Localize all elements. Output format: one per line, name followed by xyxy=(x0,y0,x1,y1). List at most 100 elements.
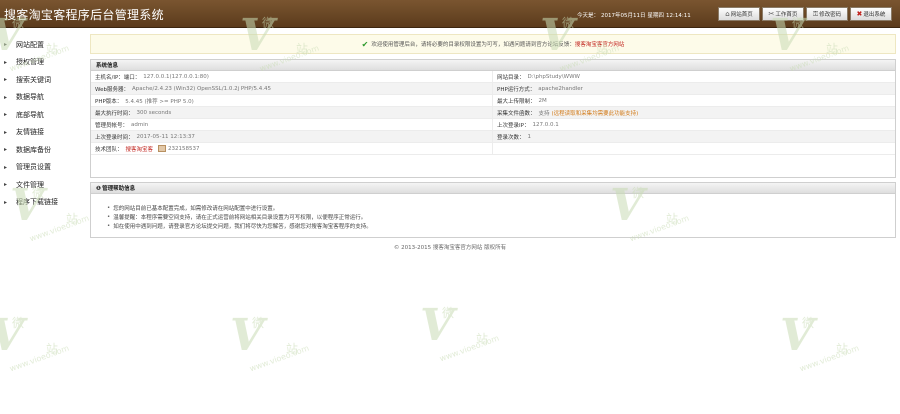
info-value: 127.0.0.1(127.0.0.1:80) xyxy=(143,73,209,80)
info-key: 技术团队： xyxy=(95,146,123,153)
help-title: 管理帮助信息 xyxy=(102,186,136,192)
info-value: 2017-05-11 12:13:37 xyxy=(136,133,195,140)
work-home-label: 工作首页 xyxy=(775,12,798,18)
info-key: Web服务器： xyxy=(95,86,129,93)
site-home-label: 网站首页 xyxy=(730,12,753,18)
sidebar-menu: ▸ 网站配置 ▸ 授权管理 ▸ 搜索关键词 ▸ 数据导航 ▸ 底部导航 ▸ 友情链接 ▸ 数据… xyxy=(0,36,86,211)
info-value: apache2handler xyxy=(538,85,583,92)
date-value: 2017年05月11日 xyxy=(601,13,646,19)
arrow-right-icon: ▸ xyxy=(4,41,8,49)
sidebar-item-auth[interactable]: ▸ 授权管理 xyxy=(0,54,86,72)
info-cell: PHP版本： 5.4.45 (推荐 >= PHP 5.0) xyxy=(91,95,493,107)
info-cell: 技术团队： 搜客淘宝客 232158537 xyxy=(91,143,493,155)
sidebar-item-bottom-nav[interactable]: ▸ 底部导航 xyxy=(0,106,86,124)
site-home-button[interactable]: ⌂ 网站首页 xyxy=(718,7,760,21)
info-value: D:\phpStudy\WWW xyxy=(527,73,580,80)
time-value: 12:14:11 xyxy=(666,13,691,19)
info-value: 1 xyxy=(527,133,532,140)
help-item: 温馨提醒：本程序需要空间支持，请在正式运营前将网站相关目录设置为可写权限，以便程… xyxy=(107,212,895,221)
weekday-value: 星期四 xyxy=(647,13,665,19)
watermark: V微站www.vioeo.com xyxy=(230,310,311,374)
info-cell: 网站目录： D:\phpStudy\WWW xyxy=(493,71,895,83)
arrow-right-icon: ▸ xyxy=(4,128,8,136)
info-key: 网站目录： xyxy=(497,74,525,81)
info-cell: 管理员帐号： admin xyxy=(91,119,493,131)
work-home-button[interactable]: ✂ 工作首页 xyxy=(762,7,804,21)
sidebar-item-data-nav[interactable]: ▸ 数据导航 xyxy=(0,89,86,107)
help-panel: ❶管理帮助信息 您的网站目前已基本配置完成，如需修改请在网站配置中进行设置。 温… xyxy=(90,182,896,238)
change-password-label: 修改密码 xyxy=(819,12,842,18)
help-list: 您的网站目前已基本配置完成，如需修改请在网站配置中进行设置。 温馨提醒：本程序需… xyxy=(91,194,895,230)
key-icon: ⚿ xyxy=(812,9,819,18)
info-cell: 上次登录IP： 127.0.0.1 xyxy=(493,119,895,131)
notice-text: 欢迎使用管理后台，请将必要的目录权限设置为可写，如遇问题请到官方论坛反馈： xyxy=(371,42,575,48)
logout-label: 退出系统 xyxy=(863,12,886,18)
qq-number: 232158537 xyxy=(168,145,200,152)
watermark: V微站www.vioeo.com xyxy=(420,300,501,364)
arrow-right-icon: ▸ xyxy=(4,181,8,189)
help-item: 如在使用中遇到问题，请登录官方论坛提交问题，我们将尽快为您解答，感谢您对搜客淘宝… xyxy=(107,221,895,230)
sidebar-item-label: 程序下载链接 xyxy=(16,198,58,207)
header-buttons: ⌂ 网站首页 ✂ 工作首页 ⚿ 修改密码 ✖ 退出系统 xyxy=(718,7,892,21)
info-value: admin xyxy=(131,121,149,128)
app-title: 搜客淘宝客程序后台管理系统 xyxy=(4,8,164,22)
copyright-footer: © 2013-2015 搜客淘宝客官方网站 版权所有 xyxy=(393,245,507,251)
sidebar-item-label: 友情链接 xyxy=(16,128,44,137)
arrow-right-icon: ▸ xyxy=(4,111,8,119)
sidebar-item-label: 网站配置 xyxy=(16,40,44,49)
arrow-right-icon: ▸ xyxy=(4,198,8,206)
info-cell: 主机名/IP：端口： 127.0.0.1(127.0.0.1:80) xyxy=(91,71,493,83)
close-icon: ✖ xyxy=(856,10,863,18)
change-password-button[interactable]: ⚿ 修改密码 xyxy=(806,7,848,21)
sidebar-item-files[interactable]: ▸ 文件管理 xyxy=(0,176,86,194)
sidebar-item-label: 数据库备份 xyxy=(16,145,51,154)
sidebar-item-keywords[interactable]: ▸ 搜索关键词 xyxy=(0,71,86,89)
sidebar-item-label: 搜索关键词 xyxy=(16,75,51,84)
team-link[interactable]: 搜客淘宝客 xyxy=(126,145,154,153)
date-prefix: 今天是： xyxy=(577,13,600,19)
check-icon: ✔ xyxy=(361,39,369,49)
official-site-link[interactable]: 搜客淘宝客官方网站 xyxy=(575,40,625,48)
info-key: 上次登录IP： xyxy=(497,122,530,129)
info-cell: 上次登录时间： 2017-05-11 12:13:37 xyxy=(91,131,493,143)
top-header: 搜客淘宝客程序后台管理系统 今天是： 2017年05月11日 星期四 12:14:11… xyxy=(0,0,900,28)
info-value: 300 seconds xyxy=(136,109,172,116)
home-icon: ⌂ xyxy=(725,10,730,18)
info-value: Apache/2.4.23 (Win32) OpenSSL/1.0.2j PHP… xyxy=(132,85,271,92)
info-key: 最大上传限制： xyxy=(497,98,536,105)
info-note: (远程读取和采集均需要此功能支持) xyxy=(551,110,639,117)
info-key: 主机名/IP：端口： xyxy=(95,74,141,81)
arrow-right-icon: ▸ xyxy=(4,163,8,171)
sidebar-item-label: 管理员设置 xyxy=(16,163,51,172)
watermark: V微站www.vioeo.com xyxy=(0,310,71,374)
sidebar-item-download[interactable]: ▸ 程序下载链接 xyxy=(0,194,86,212)
info-cell: PHP运行方式： apache2handler xyxy=(493,83,895,95)
info-cell-empty xyxy=(493,143,895,155)
qq-icon[interactable] xyxy=(158,145,167,152)
system-info-grid: 主机名/IP：端口： 127.0.0.1(127.0.0.1:80) 网站目录： D… xyxy=(91,71,895,155)
info-cell: 最大执行时间： 300 seconds xyxy=(91,107,493,119)
info-cell: 最大上传限制： 2M xyxy=(493,95,895,107)
current-datetime: 今天是： 2017年05月11日 星期四 12:14:11 xyxy=(577,11,693,19)
sidebar-item-site-config[interactable]: ▸ 网站配置 xyxy=(0,36,86,54)
info-key: PHP版本： xyxy=(95,98,123,105)
info-cell: 采集文件函数： 支持 (远程读取和采集均需要此功能支持) xyxy=(493,107,895,119)
arrow-right-icon: ▸ xyxy=(4,58,8,66)
info-key: PHP运行方式： xyxy=(497,86,536,93)
arrow-right-icon: ▸ xyxy=(4,146,8,154)
info-cell: 登录次数： 1 xyxy=(493,131,895,143)
sidebar-item-label: 授权管理 xyxy=(16,58,44,67)
info-icon: ❶ xyxy=(96,184,102,192)
tools-icon: ✂ xyxy=(768,10,775,18)
info-value: 2M xyxy=(538,97,547,104)
info-value: 支持 xyxy=(538,110,550,117)
sidebar-item-label: 数据导航 xyxy=(16,93,44,102)
logout-button[interactable]: ✖ 退出系统 xyxy=(850,7,892,21)
info-key: 采集文件函数： xyxy=(497,110,536,117)
sidebar-item-links[interactable]: ▸ 友情链接 xyxy=(0,124,86,142)
sidebar-item-admin[interactable]: ▸ 管理员设置 xyxy=(0,159,86,177)
info-value: 5.4.45 (推荐 >= PHP 5.0) xyxy=(125,98,194,105)
arrow-right-icon: ▸ xyxy=(4,76,8,84)
sidebar-item-db-backup[interactable]: ▸ 数据库备份 xyxy=(0,141,86,159)
sidebar-item-label: 底部导航 xyxy=(16,110,44,119)
